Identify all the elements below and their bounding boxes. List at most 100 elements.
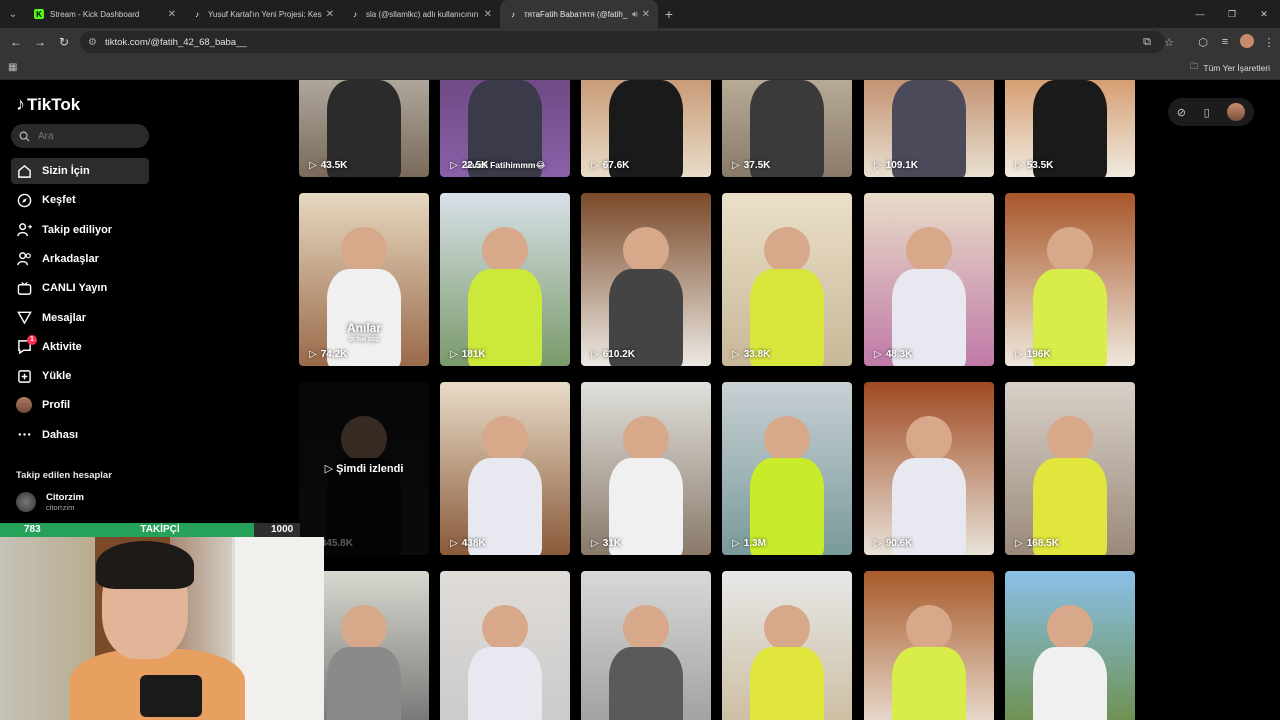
close-tab-icon[interactable]: ✕ <box>642 9 650 20</box>
play-icon: ▷ <box>1015 349 1023 360</box>
new-tab-button[interactable]: + <box>658 6 680 22</box>
profile-icon[interactable] <box>1236 33 1258 51</box>
nav-item[interactable]: Keşfet <box>11 187 149 213</box>
close-tab-icon[interactable]: ✕ <box>484 9 492 20</box>
all-bookmarks-button[interactable]: 🗀 Tüm Yer İşaretleri <box>1190 61 1270 75</box>
browser-tab[interactable]: ♪ Yusuf Kartal'ın Yeni Projesi: Kesi ✕ <box>184 0 342 28</box>
browser-tab[interactable]: ♪ тятаFatih Babaтятя (@fatih_ 🔊︎ ✕ <box>500 0 658 28</box>
restore-icon[interactable]: ❐ <box>1216 0 1248 28</box>
nav-item[interactable]: Yükle <box>11 363 149 389</box>
logo-text: TikTok <box>27 94 81 114</box>
reload-icon[interactable]: ↻ <box>52 35 76 49</box>
following-account[interactable]: Citorzim citorrzim <box>16 492 84 512</box>
close-window-icon[interactable]: ✕ <box>1248 0 1280 28</box>
thumbnail-figure <box>341 605 387 651</box>
tab-search-icon[interactable]: ⌄ <box>0 0 26 28</box>
search-input[interactable] <box>38 130 138 142</box>
search-box[interactable] <box>11 124 149 148</box>
play-icon: ▷ <box>732 349 740 360</box>
video-card[interactable]: ▷ 610.2K <box>581 193 711 366</box>
tiktok-icon: ♪ <box>511 9 515 19</box>
watched-text: Şimdi izlendi <box>336 463 404 475</box>
nav-label: CANLI Yayın <box>42 282 108 295</box>
account-name: Citorzim <box>46 492 84 503</box>
video-card[interactable] <box>864 571 994 720</box>
view-count-text: 610.2K <box>602 349 635 360</box>
url-field[interactable]: ⚙ tiktok.com/@fatih_42_68_baba__ <box>80 31 1165 53</box>
tiktok-logo[interactable]: ♪ TikTok <box>16 94 80 115</box>
play-icon: ▷ <box>874 538 882 549</box>
video-grid: ▷ 43.5K Varoli Fatihimmm😂 ▷ 22.5K ▷ 67.6K ▷ 3… <box>299 80 1135 720</box>
nav-label: Profil <box>42 399 71 412</box>
video-card[interactable] <box>440 571 570 720</box>
nav-item[interactable]: CANLI Yayın <box>11 275 149 301</box>
thumbnail-figure <box>906 227 952 273</box>
video-card[interactable]: ▷ 53.5K <box>1005 80 1135 177</box>
menu-icon[interactable]: ⋮ <box>1258 36 1280 49</box>
video-card[interactable]: Varoli Fatihimmm😂 ▷ 22.5K <box>440 80 570 177</box>
nav-item[interactable]: Mesajlar <box>11 305 149 331</box>
speaker-icon[interactable]: 🔊︎ <box>632 9 638 20</box>
thumbnail-body <box>468 647 542 720</box>
compass-small-icon[interactable]: ⊘ <box>1177 106 1186 119</box>
video-card[interactable]: ▷ 31K <box>581 382 711 555</box>
messages-icon <box>16 310 32 326</box>
video-card[interactable]: ▷ 168.5K <box>1005 382 1135 555</box>
view-count-text: 22.5K <box>461 160 489 171</box>
video-card[interactable] <box>581 571 711 720</box>
thumbnail-figure <box>341 227 387 273</box>
video-card[interactable]: ▷ 109.1K <box>864 80 994 177</box>
video-card[interactable]: ▷ 438K <box>440 382 570 555</box>
microphone <box>140 675 202 717</box>
apps-grid-icon[interactable]: ▦ <box>8 62 17 73</box>
phone-icon[interactable]: ▯ <box>1204 106 1210 119</box>
thumbnail-figure <box>1047 416 1093 462</box>
user-avatar[interactable] <box>1227 103 1246 121</box>
bookmark-star-icon[interactable]: ☆ <box>1158 36 1180 49</box>
close-tab-icon[interactable]: ✕ <box>168 9 176 20</box>
floating-controls: ⊘ ▯ <box>1168 98 1254 126</box>
video-card[interactable]: ▷ 43.5K <box>299 80 429 177</box>
nav-item[interactable]: 1 Aktivite <box>11 334 149 360</box>
video-card[interactable]: ▷ 90.6K <box>864 382 994 555</box>
view-count-text: 74.2K <box>320 349 348 360</box>
site-info-icon[interactable]: ⚙ <box>88 37 97 48</box>
forward-icon[interactable]: → <box>28 35 52 49</box>
thumbnail-figure <box>764 416 810 462</box>
tab-title: Stream - Kick Dashboard <box>50 9 140 19</box>
url-text: tiktok.com/@fatih_42_68_baba__ <box>104 36 247 48</box>
nav-item[interactable]: Sizin İçin <box>11 158 149 184</box>
video-card[interactable]: ▷ 33.8K <box>722 193 852 366</box>
browser-tab[interactable]: ♪ sla (@sllamlkc) adlı kullanıcının ✕ <box>342 0 500 28</box>
nav-item[interactable]: Dahası <box>11 422 149 448</box>
nav-item[interactable]: Arkadaşlar <box>11 246 149 272</box>
nav-item[interactable]: Profil <box>11 392 149 418</box>
thumbnail-body <box>609 647 683 720</box>
view-count: ▷ 31K <box>591 538 621 549</box>
nav-item[interactable]: Takip ediliyor <box>11 217 149 243</box>
close-tab-icon[interactable]: ✕ <box>326 9 334 20</box>
minimize-icon[interactable]: — <box>1184 0 1216 28</box>
view-count-text: 1.3M <box>743 538 766 549</box>
cast-icon[interactable]: ⧉ <box>1136 36 1158 49</box>
browser-tab[interactable]: K Stream - Kick Dashboard ✕ <box>26 0 184 28</box>
media-icon[interactable]: ≡ <box>1214 36 1236 48</box>
video-card[interactable]: ▷ 48.3K <box>864 193 994 366</box>
extensions-icon[interactable]: ⬡ <box>1192 36 1214 49</box>
video-card[interactable]: Anılar <box>1005 571 1135 720</box>
webcam-shelf <box>232 537 324 720</box>
video-card[interactable] <box>722 571 852 720</box>
back-icon[interactable]: ← <box>4 35 28 49</box>
video-card[interactable]: ▷ 1.3M <box>722 382 852 555</box>
view-count-text: 196K <box>1026 349 1051 360</box>
video-card[interactable]: ▷ 37.5K <box>722 80 852 177</box>
view-count-text: 67.6K <box>602 160 630 171</box>
video-card[interactable]: ▷ 181K <box>440 193 570 366</box>
video-card[interactable]: ▷ 196K <box>1005 193 1135 366</box>
video-card[interactable]: ▷ 67.6K <box>581 80 711 177</box>
folder-icon: 🗀 <box>1189 60 1199 71</box>
nav-label: Takip ediliyor <box>42 223 113 236</box>
view-count: ▷ 37.5K <box>732 160 770 171</box>
thumbnail-figure <box>764 605 810 651</box>
video-card[interactable]: Anılar 25 Tem 2022 ▷ 74.2K <box>299 193 429 366</box>
